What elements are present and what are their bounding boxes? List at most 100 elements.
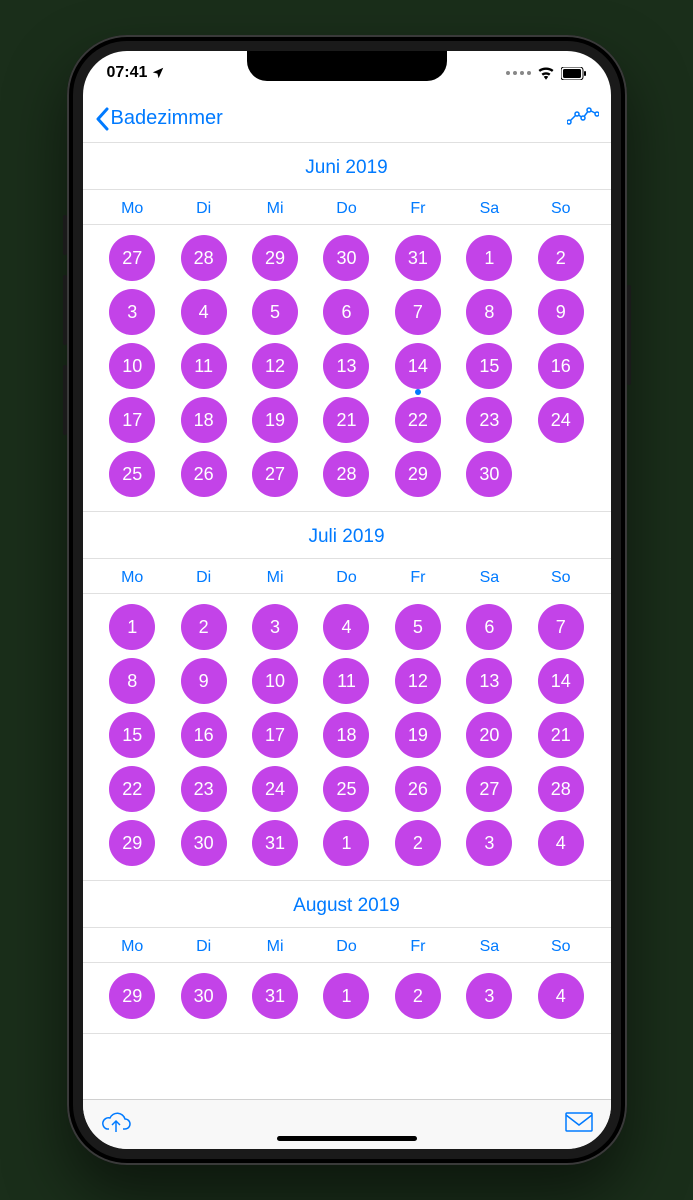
day-button[interactable]: 2 (395, 973, 441, 1019)
day-button[interactable]: 2 (538, 235, 584, 281)
day-button[interactable]: 16 (538, 343, 584, 389)
day-button[interactable]: 13 (323, 343, 369, 389)
day-button[interactable]: 25 (323, 766, 369, 812)
day-button[interactable]: 7 (538, 604, 584, 650)
calendar-content[interactable]: Juni 2019MoDiMiDoFrSaSo27282930311234567… (83, 143, 611, 1099)
day-button[interactable]: 6 (466, 604, 512, 650)
day-button[interactable]: 11 (323, 658, 369, 704)
day-button[interactable]: 27 (252, 451, 298, 497)
day-cell: 28 (168, 235, 239, 281)
day-button[interactable]: 15 (466, 343, 512, 389)
day-cell: 16 (525, 343, 596, 389)
mail-button[interactable] (565, 1112, 593, 1137)
day-button[interactable]: 19 (252, 397, 298, 443)
day-button[interactable]: 7 (395, 289, 441, 335)
day-cell: 19 (239, 397, 310, 443)
day-button[interactable]: 18 (323, 712, 369, 758)
cloud-upload-icon (101, 1111, 131, 1133)
day-button[interactable]: 19 (395, 712, 441, 758)
weekday-label: Di (168, 200, 239, 218)
day-button[interactable]: 30 (466, 451, 512, 497)
day-button[interactable]: 6 (323, 289, 369, 335)
day-button[interactable]: 30 (323, 235, 369, 281)
day-button[interactable]: 1 (323, 820, 369, 866)
back-button[interactable]: Badezimmer (95, 107, 223, 131)
screen: 07:41 Badezimmer (83, 51, 611, 1149)
day-button[interactable]: 12 (395, 658, 441, 704)
day-button[interactable]: 26 (395, 766, 441, 812)
day-button[interactable]: 30 (181, 973, 227, 1019)
day-button[interactable]: 25 (109, 451, 155, 497)
day-button[interactable]: 8 (466, 289, 512, 335)
day-button[interactable]: 5 (252, 289, 298, 335)
day-button[interactable]: 4 (538, 973, 584, 1019)
day-button[interactable]: 17 (109, 397, 155, 443)
day-button[interactable]: 3 (109, 289, 155, 335)
day-button[interactable]: 1 (323, 973, 369, 1019)
day-button[interactable]: 10 (109, 343, 155, 389)
day-button[interactable]: 21 (538, 712, 584, 758)
day-button[interactable]: 1 (466, 235, 512, 281)
day-button[interactable]: 21 (323, 397, 369, 443)
day-button[interactable]: 18 (181, 397, 227, 443)
day-button[interactable]: 13 (466, 658, 512, 704)
day-cell: 20 (454, 712, 525, 758)
weekday-label: So (525, 938, 596, 956)
day-button[interactable]: 29 (252, 235, 298, 281)
day-cell: 1 (97, 604, 168, 650)
day-button[interactable]: 11 (181, 343, 227, 389)
weekday-label: Di (168, 569, 239, 587)
day-button[interactable]: 9 (181, 658, 227, 704)
day-button[interactable]: 22 (395, 397, 441, 443)
day-button[interactable]: 14 (395, 343, 441, 389)
day-button[interactable]: 29 (109, 820, 155, 866)
day-button[interactable]: 15 (109, 712, 155, 758)
day-button[interactable]: 23 (466, 397, 512, 443)
day-button[interactable]: 29 (395, 451, 441, 497)
day-button[interactable]: 12 (252, 343, 298, 389)
day-button[interactable]: 23 (181, 766, 227, 812)
day-button[interactable]: 17 (252, 712, 298, 758)
day-button[interactable]: 3 (466, 820, 512, 866)
day-button[interactable]: 28 (538, 766, 584, 812)
day-button[interactable]: 4 (181, 289, 227, 335)
day-cell: 31 (239, 973, 310, 1019)
day-button[interactable]: 8 (109, 658, 155, 704)
month-section: Juli 2019MoDiMiDoFrSaSo12345678910111213… (83, 512, 611, 881)
day-cell: 25 (311, 766, 382, 812)
day-button[interactable]: 28 (323, 451, 369, 497)
day-button[interactable]: 24 (252, 766, 298, 812)
day-button[interactable]: 26 (181, 451, 227, 497)
weekday-label: Fr (382, 938, 453, 956)
day-button[interactable]: 31 (252, 973, 298, 1019)
day-button[interactable]: 2 (395, 820, 441, 866)
day-button[interactable]: 27 (109, 235, 155, 281)
day-button[interactable]: 22 (109, 766, 155, 812)
toolbar (83, 1099, 611, 1149)
day-button[interactable]: 20 (466, 712, 512, 758)
day-button[interactable]: 3 (466, 973, 512, 1019)
day-button[interactable]: 30 (181, 820, 227, 866)
day-button[interactable]: 31 (252, 820, 298, 866)
day-button[interactable]: 24 (538, 397, 584, 443)
day-button[interactable]: 2 (181, 604, 227, 650)
weekday-row: MoDiMiDoFrSaSo (83, 928, 611, 963)
day-cell: 10 (97, 343, 168, 389)
day-button[interactable]: 28 (181, 235, 227, 281)
chart-button[interactable] (567, 106, 599, 131)
day-button[interactable]: 10 (252, 658, 298, 704)
day-button[interactable]: 14 (538, 658, 584, 704)
day-button[interactable]: 1 (109, 604, 155, 650)
weekday-label: Do (311, 938, 382, 956)
home-indicator[interactable] (277, 1136, 417, 1141)
day-button[interactable]: 5 (395, 604, 441, 650)
day-button[interactable]: 29 (109, 973, 155, 1019)
day-button[interactable]: 27 (466, 766, 512, 812)
day-button[interactable]: 3 (252, 604, 298, 650)
day-button[interactable]: 9 (538, 289, 584, 335)
day-button[interactable]: 16 (181, 712, 227, 758)
cloud-upload-button[interactable] (101, 1111, 131, 1138)
day-button[interactable]: 31 (395, 235, 441, 281)
day-button[interactable]: 4 (323, 604, 369, 650)
day-button[interactable]: 4 (538, 820, 584, 866)
